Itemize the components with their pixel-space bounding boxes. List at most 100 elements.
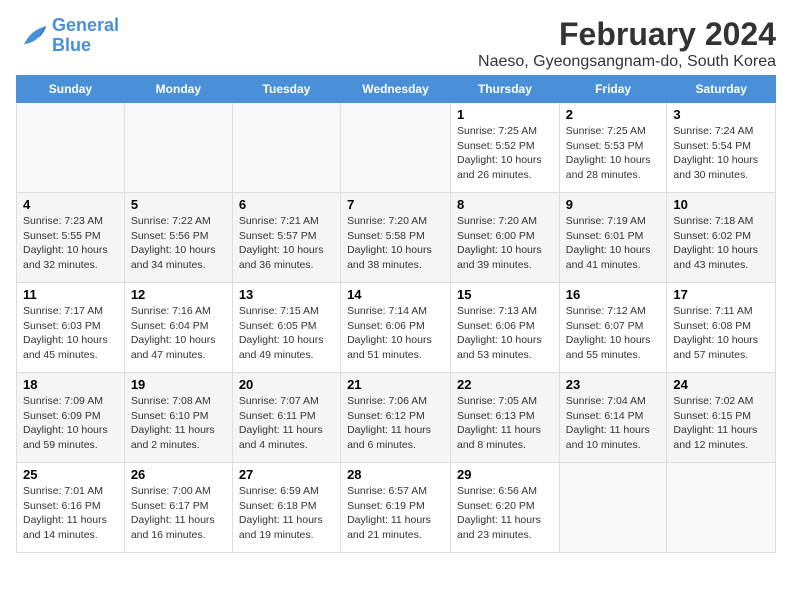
day-number: 4 [23, 197, 118, 212]
calendar-header-row: SundayMondayTuesdayWednesdayThursdayFrid… [17, 76, 776, 103]
calendar-cell: 20 Sunrise: 7:07 AM Sunset: 6:11 PM Dayli… [232, 373, 340, 463]
calendar-cell: 16 Sunrise: 7:12 AM Sunset: 6:07 PM Dayli… [559, 283, 667, 373]
day-info: Sunrise: 7:15 AM Sunset: 6:05 PM Dayligh… [239, 304, 334, 363]
subtitle: Naeso, Gyeongsangnam-do, South Korea [478, 53, 776, 71]
day-number: 12 [131, 287, 226, 302]
main-title: February 2024 [478, 16, 776, 53]
day-info: Sunrise: 7:11 AM Sunset: 6:08 PM Dayligh… [673, 304, 769, 363]
calendar-cell: 9Sunrise: 7:19 AM Sunset: 6:01 PM Daylig… [559, 193, 667, 283]
day-number: 8 [457, 197, 553, 212]
day-number: 1 [457, 107, 553, 122]
day-number: 29 [457, 467, 553, 482]
header-day-thursday: Thursday [451, 76, 560, 103]
day-info: Sunrise: 6:59 AM Sunset: 6:18 PM Dayligh… [239, 484, 334, 543]
calendar-cell: 18Sunrise: 7:09 AM Sunset: 6:09 PM Dayli… [17, 373, 125, 463]
calendar-cell: 17 Sunrise: 7:11 AM Sunset: 6:08 PM Dayli… [667, 283, 776, 373]
day-info: Sunrise: 7:14 AM Sunset: 6:06 PM Dayligh… [347, 304, 444, 363]
header-day-saturday: Saturday [667, 76, 776, 103]
calendar-cell: 27 Sunrise: 6:59 AM Sunset: 6:18 PM Dayli… [232, 463, 340, 553]
day-info: Sunrise: 7:07 AM Sunset: 6:11 PM Dayligh… [239, 394, 334, 453]
calendar-cell: 24 Sunrise: 7:02 AM Sunset: 6:15 PM Dayli… [667, 373, 776, 463]
calendar-cell: 14 Sunrise: 7:14 AM Sunset: 6:06 PM Dayli… [341, 283, 451, 373]
day-info: Sunrise: 7:05 AM Sunset: 6:13 PM Dayligh… [457, 394, 553, 453]
day-info: Sunrise: 7:24 AM Sunset: 5:54 PM Dayligh… [673, 124, 769, 183]
calendar-cell: 28 Sunrise: 6:57 AM Sunset: 6:19 PM Dayli… [341, 463, 451, 553]
day-number: 11 [23, 287, 118, 302]
day-number: 28 [347, 467, 444, 482]
title-block: February 2024 Naeso, Gyeongsangnam-do, S… [478, 16, 776, 71]
day-info: Sunrise: 7:16 AM Sunset: 6:04 PM Dayligh… [131, 304, 226, 363]
calendar-cell: 4Sunrise: 7:23 AM Sunset: 5:55 PM Daylig… [17, 193, 125, 283]
day-info: Sunrise: 7:00 AM Sunset: 6:17 PM Dayligh… [131, 484, 226, 543]
day-number: 7 [347, 197, 444, 212]
calendar-cell: 7Sunrise: 7:20 AM Sunset: 5:58 PM Daylig… [341, 193, 451, 283]
calendar-cell: 8 Sunrise: 7:20 AM Sunset: 6:00 PM Daylig… [451, 193, 560, 283]
calendar-cell: 3 Sunrise: 7:24 AM Sunset: 5:54 PM Daylig… [667, 103, 776, 193]
logo-text-line1: General [52, 16, 119, 36]
day-number: 13 [239, 287, 334, 302]
calendar-cell [667, 463, 776, 553]
day-info: Sunrise: 6:57 AM Sunset: 6:19 PM Dayligh… [347, 484, 444, 543]
calendar-cell: 13 Sunrise: 7:15 AM Sunset: 6:05 PM Dayli… [232, 283, 340, 373]
calendar-week-row: 18Sunrise: 7:09 AM Sunset: 6:09 PM Dayli… [17, 373, 776, 463]
day-number: 27 [239, 467, 334, 482]
day-info: Sunrise: 7:06 AM Sunset: 6:12 PM Dayligh… [347, 394, 444, 453]
calendar-cell: 5 Sunrise: 7:22 AM Sunset: 5:56 PM Daylig… [124, 193, 232, 283]
header-day-friday: Friday [559, 76, 667, 103]
calendar-cell: 22 Sunrise: 7:05 AM Sunset: 6:13 PM Dayli… [451, 373, 560, 463]
header-day-wednesday: Wednesday [341, 76, 451, 103]
calendar-cell [232, 103, 340, 193]
day-number: 26 [131, 467, 226, 482]
calendar-cell: 1 Sunrise: 7:25 AM Sunset: 5:52 PM Daylig… [451, 103, 560, 193]
calendar-cell: 2Sunrise: 7:25 AM Sunset: 5:53 PM Daylig… [559, 103, 667, 193]
day-number: 3 [673, 107, 769, 122]
calendar-cell: 19 Sunrise: 7:08 AM Sunset: 6:10 PM Dayli… [124, 373, 232, 463]
day-number: 9 [566, 197, 661, 212]
day-number: 5 [131, 197, 226, 212]
day-number: 19 [131, 377, 226, 392]
day-number: 17 [673, 287, 769, 302]
calendar-week-row: 4Sunrise: 7:23 AM Sunset: 5:55 PM Daylig… [17, 193, 776, 283]
header-day-sunday: Sunday [17, 76, 125, 103]
day-info: Sunrise: 7:08 AM Sunset: 6:10 PM Dayligh… [131, 394, 226, 453]
day-number: 21 [347, 377, 444, 392]
header-day-tuesday: Tuesday [232, 76, 340, 103]
calendar-week-row: 1 Sunrise: 7:25 AM Sunset: 5:52 PM Daylig… [17, 103, 776, 193]
day-number: 24 [673, 377, 769, 392]
calendar-cell [17, 103, 125, 193]
logo-text-line2: Blue [52, 36, 119, 56]
day-number: 15 [457, 287, 553, 302]
header-day-monday: Monday [124, 76, 232, 103]
day-info: Sunrise: 7:22 AM Sunset: 5:56 PM Dayligh… [131, 214, 226, 273]
calendar-cell [124, 103, 232, 193]
day-number: 22 [457, 377, 553, 392]
day-info: Sunrise: 7:02 AM Sunset: 6:15 PM Dayligh… [673, 394, 769, 453]
calendar-cell: 23 Sunrise: 7:04 AM Sunset: 6:14 PM Dayli… [559, 373, 667, 463]
day-info: Sunrise: 7:13 AM Sunset: 6:06 PM Dayligh… [457, 304, 553, 363]
calendar-week-row: 11Sunrise: 7:17 AM Sunset: 6:03 PM Dayli… [17, 283, 776, 373]
day-number: 20 [239, 377, 334, 392]
calendar-cell: 25Sunrise: 7:01 AM Sunset: 6:16 PM Dayli… [17, 463, 125, 553]
calendar-table: SundayMondayTuesdayWednesdayThursdayFrid… [16, 75, 776, 553]
header: General Blue February 2024 Naeso, Gyeong… [16, 16, 776, 71]
calendar-cell: 6Sunrise: 7:21 AM Sunset: 5:57 PM Daylig… [232, 193, 340, 283]
calendar-cell: 11Sunrise: 7:17 AM Sunset: 6:03 PM Dayli… [17, 283, 125, 373]
calendar-cell [341, 103, 451, 193]
day-number: 14 [347, 287, 444, 302]
day-info: Sunrise: 7:25 AM Sunset: 5:52 PM Dayligh… [457, 124, 553, 183]
calendar-cell: 12 Sunrise: 7:16 AM Sunset: 6:04 PM Dayli… [124, 283, 232, 373]
calendar-cell [559, 463, 667, 553]
day-info: Sunrise: 7:12 AM Sunset: 6:07 PM Dayligh… [566, 304, 661, 363]
day-number: 10 [673, 197, 769, 212]
calendar-cell: 10Sunrise: 7:18 AM Sunset: 6:02 PM Dayli… [667, 193, 776, 283]
day-number: 16 [566, 287, 661, 302]
day-info: Sunrise: 7:20 AM Sunset: 6:00 PM Dayligh… [457, 214, 553, 273]
calendar-week-row: 25Sunrise: 7:01 AM Sunset: 6:16 PM Dayli… [17, 463, 776, 553]
day-info: Sunrise: 7:04 AM Sunset: 6:14 PM Dayligh… [566, 394, 661, 453]
calendar-cell: 29Sunrise: 6:56 AM Sunset: 6:20 PM Dayli… [451, 463, 560, 553]
calendar-cell: 21 Sunrise: 7:06 AM Sunset: 6:12 PM Dayli… [341, 373, 451, 463]
day-info: Sunrise: 7:25 AM Sunset: 5:53 PM Dayligh… [566, 124, 661, 183]
day-number: 23 [566, 377, 661, 392]
day-info: Sunrise: 7:01 AM Sunset: 6:16 PM Dayligh… [23, 484, 118, 543]
day-info: Sunrise: 7:21 AM Sunset: 5:57 PM Dayligh… [239, 214, 334, 273]
